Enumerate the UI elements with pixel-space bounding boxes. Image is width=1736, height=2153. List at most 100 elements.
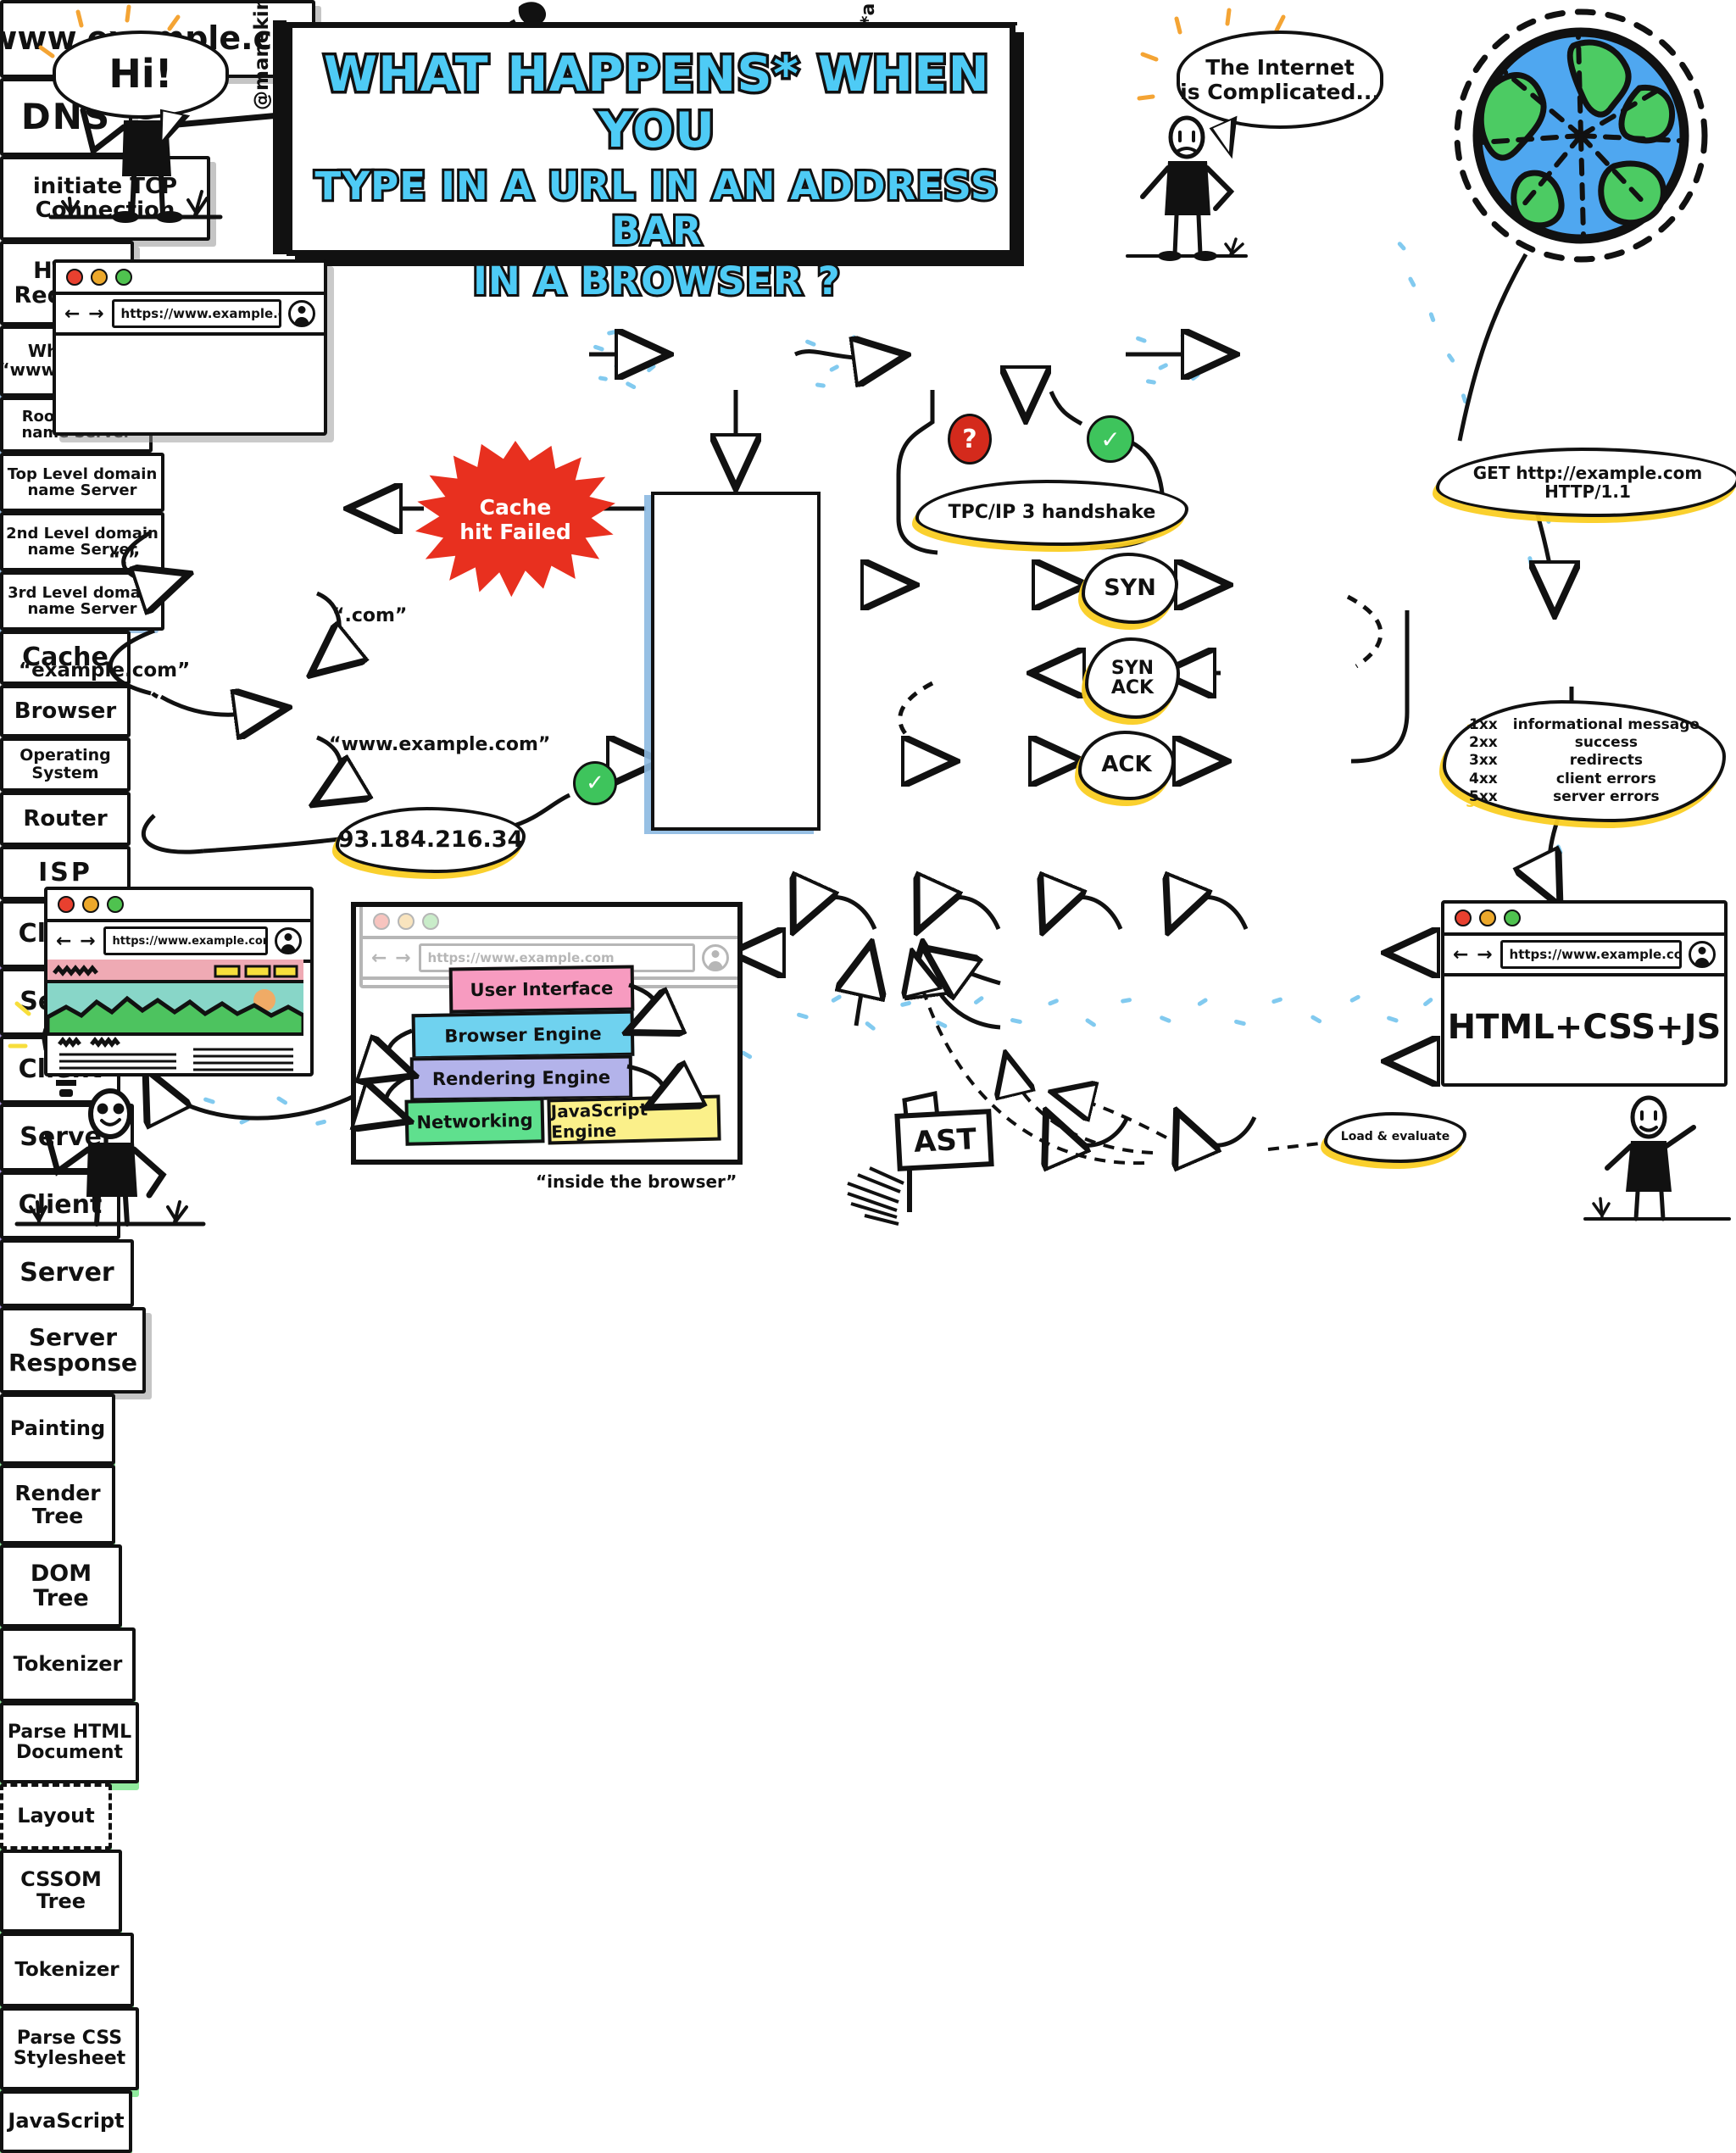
status-code-list: 1xx informational message 2xx success 3x… [1469,717,1700,804]
maximize-dot-icon[interactable] [107,896,124,913]
third-level-name-server-box: 3rd Level domain name Server [0,571,164,631]
question-icon: ? [962,424,977,454]
window-titlebar [56,263,324,295]
js-engine-label: JavaScript Engine [550,1099,648,1143]
status-codes-cloud: 1xx informational message 2xx success 3x… [1443,700,1726,822]
render-tree-label: Render Tree [14,1481,101,1528]
check-icon-2: ✓ [1100,425,1121,453]
load-evaluate-label: Load & evaluate [1340,1130,1450,1144]
pipeline-dom-tree: DOM Tree [0,1544,122,1627]
cssom-tree-label: CSSOM Tree [20,1867,102,1913]
browser-component-networking: Networking [404,1097,545,1146]
address-bar[interactable]: https://www.example.com [103,926,268,955]
browser-window-payload[interactable]: ← → https://www.example.com HTML+CSS+JS [1441,900,1728,1087]
greeting-speech-bubble: Hi! [53,31,229,153]
tcp-question-badge: ? [948,414,992,465]
nav-arrows-icon[interactable]: ← → [56,931,97,952]
resolved-ip-cloud: 93.184.216.34 [336,807,526,873]
cache-level-os: Operating System [0,737,131,792]
avatar-ghost [702,944,729,971]
nav-arrows-icon[interactable]: ← → [1453,944,1494,965]
bubble-tail-2 [1209,115,1253,163]
minimize-dot-icon[interactable] [1479,910,1496,926]
title-line-3: IN A BROWSER ? [470,256,843,306]
avatar[interactable] [275,927,302,954]
status-meaning: informational message [1512,716,1700,734]
payload-content: HTML+CSS+JS [1447,1008,1722,1047]
cache-level-os-label: Operating System [19,746,111,782]
browser-toolbar-payload: ← → https://www.example.com [1444,936,1724,976]
status-code: 4xx [1469,770,1498,787]
status-meaning: success [1574,734,1638,752]
browser-component-browser-engine: Browser Engine [411,1010,635,1060]
close-dot-icon[interactable] [58,896,75,913]
server-response-box: Server Response [0,1307,146,1394]
pipeline-render-tree: Render Tree [0,1465,115,1544]
dom-tree-label: DOM Tree [30,1560,92,1611]
handshake-packet-synack: SYN ACK [1085,637,1180,719]
cache-hit-failed-burst: Cache hit Failed [415,441,615,598]
tld-name-server-box: Top Level domain name Server [0,453,164,512]
close-dot-icon[interactable] [66,269,83,286]
status-code: 5xx [1469,787,1498,805]
tcp-handshake-label: TPC/IP 3 handshake [948,501,1156,523]
maximize-dot-icon-ghost [422,913,439,930]
avatar[interactable] [288,300,315,327]
browser-window-empty[interactable]: ← → https://www.example.com [53,259,327,436]
title-line-1: WHAT HAPPENS* WHEN YOU [321,44,992,162]
internet-speech-bubble: The Internet is Complicated... [1177,31,1383,163]
dns-query-root: “.” [108,549,141,570]
handshake-server-3: Server [0,1239,134,1307]
close-dot-icon-ghost [373,913,390,930]
avatar[interactable] [1689,941,1716,968]
tcp-label: initiate TCP Connection [32,173,178,223]
dns-query-example: “example.com” [19,659,191,682]
browser-component-js-engine: JavaScript Engine [547,1094,721,1145]
infographic-canvas: WHAT HAPPENS* WHEN YOU TYPE IN A URL IN … [0,0,1736,2153]
browser-window-rendered[interactable]: ← → https://www.example.com [44,887,314,1076]
window-titlebar-rendered [47,890,310,922]
get-request-label: GET http://example.com HTTP/1.1 [1472,462,1703,502]
load-evaluate-cloud: Load & evaluate [1324,1112,1466,1163]
bubble-tail [152,108,191,153]
handshake-packet-ack: ACK [1078,731,1175,800]
title-line-2: TYPE IN A URL IN AN ADDRESS BAR [312,161,1000,256]
tld-name-server-label: Top Level domain name Server [7,465,158,499]
dns-query-www: “www.example.com” [329,734,551,755]
nav-arrows-icon[interactable]: ← → [64,303,105,325]
resolved-ip-label: 93.184.216.34 [337,826,524,853]
ghost-titlebar [363,907,737,939]
status-meaning: server errors [1553,787,1660,805]
networking-label: Networking [416,1110,533,1133]
internet-text: The Internet is Complicated... [1180,55,1380,104]
status-meaning: client errors [1555,770,1656,787]
nav-arrows-icon-ghost: ← → [371,947,412,969]
parse-html-label: Parse HTML Document [7,1722,132,1763]
synack-label: SYN ACK [1110,657,1155,698]
tcp-handshake-cloud: TPC/IP 3 handshake [915,480,1188,546]
dns-query-com: “.com” [332,605,408,626]
maximize-dot-icon[interactable] [1504,910,1521,926]
page-title: WHAT HAPPENS* WHEN YOU TYPE IN A URL IN … [292,44,1021,307]
rendering-engine-label: Rendering Engine [431,1066,611,1090]
cache-burst-label: Cache hit Failed [459,495,571,544]
maximize-dot-icon[interactable] [115,269,132,286]
author-credit: @manekinekko [251,0,273,110]
handshake-client-3: Client [0,1171,120,1239]
tcp-ok-badge: ✓ [1087,415,1134,463]
address-bar[interactable]: https://www.example.com [1500,940,1682,969]
pipeline-parse-css: Parse CSS Stylesheet [0,2007,139,2090]
minimize-dot-icon[interactable] [82,896,99,913]
page-text-content [47,1036,303,1071]
tcp-connection-box: initiate TCP Connection [0,156,210,241]
browser-component-ui: User Interface [448,965,635,1014]
handshake-packet-syn: SYN [1082,553,1178,624]
minimize-dot-icon[interactable] [91,269,108,286]
address-bar[interactable]: https://www.example.com [111,299,281,328]
browser-toolbar-rendered: ← → https://www.example.com [47,922,310,963]
check-icon: ✓ [586,771,604,796]
ui-label: User Interface [470,977,614,1001]
get-request-cloud: GET http://example.com HTTP/1.1 [1436,448,1736,517]
parse-css-label: Parse CSS Stylesheet [13,2028,126,2069]
close-dot-icon[interactable] [1455,910,1472,926]
